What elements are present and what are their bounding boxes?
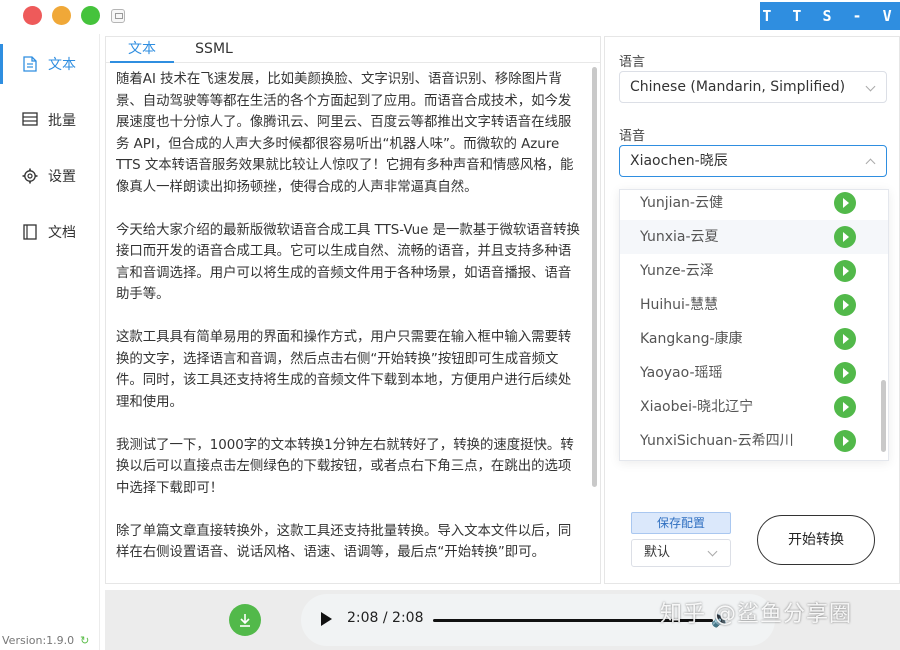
maximize-window-button[interactable] <box>81 6 100 25</box>
play-preview-icon[interactable] <box>834 328 856 350</box>
document-icon <box>22 56 38 72</box>
voice-option[interactable]: Kangkang-康康 <box>620 322 888 356</box>
minimize-window-button[interactable] <box>52 6 71 25</box>
voice-option-label: Yaoyao-瑶瑶 <box>640 365 723 381</box>
chevron-up-icon <box>865 158 876 169</box>
version-info: Version:1.9.0 ↻ <box>2 634 89 647</box>
sidebar-item-docs[interactable]: 文档 <box>0 206 100 258</box>
book-icon <box>22 224 38 240</box>
play-preview-icon[interactable] <box>834 294 856 316</box>
sidebar-item-label: 文本 <box>48 57 76 73</box>
language-select[interactable]: Chinese (Mandarin, Simplified) <box>619 71 887 103</box>
language-label: 语言 <box>619 55 646 70</box>
title-bar: T T S - V U E <box>0 0 900 53</box>
preset-select[interactable]: 默认 <box>631 539 731 567</box>
watermark: 知乎 @鲨鱼分享圈 <box>660 602 852 627</box>
sidebar-item-label: 批量 <box>48 113 76 129</box>
text-paragraph: 除了单篇文章直接转换外，这款工具还支持批量转换。导入文本文件以后，同样在右侧设置… <box>116 523 572 561</box>
sidebar-item-batch[interactable]: 批量 <box>0 94 100 146</box>
sidebar-item-label: 设置 <box>48 169 76 185</box>
sidebar-item-settings[interactable]: 设置 <box>0 150 100 202</box>
editor-panel: 文本 SSML 随着AI 技术在飞速发展，比如美颜换脸、文字识别、语音识别、移除… <box>105 36 601 584</box>
chevron-down-icon <box>707 546 718 557</box>
playback-time: 2:08 / 2:08 <box>347 610 424 626</box>
voice-option[interactable]: YunxiSichuan-云希四川 <box>620 424 888 458</box>
voice-option[interactable]: Xiaobei-晓北辽宁 <box>620 390 888 424</box>
play-preview-icon[interactable] <box>834 226 856 248</box>
voice-option-label: Yunjian-云健 <box>640 195 723 211</box>
voice-option-label: YunxiSichuan-云希四川 <box>640 433 794 449</box>
play-preview-icon[interactable] <box>834 192 856 214</box>
app-window: T T S - V U E 文本 批量 设置 文档 <box>0 0 900 650</box>
voice-option-label: Yunxia-云夏 <box>640 229 719 245</box>
window-mode-icon[interactable] <box>111 9 125 23</box>
text-paragraph: 随着AI 技术在飞速发展，比如美颜换脸、文字识别、语音识别、移除图片背景、自动驾… <box>116 72 574 195</box>
play-preview-icon[interactable] <box>834 430 856 452</box>
text-paragraph: 这款工具具有简单易用的界面和操作方式，用户只需要在输入框中输入需要转换的文字，选… <box>116 330 572 410</box>
app-brand: T T S - V U E <box>760 2 900 53</box>
voice-option-label: Huihui-慧慧 <box>640 297 718 313</box>
start-convert-button[interactable]: 开始转换 <box>757 515 875 565</box>
voice-option[interactable]: Yunze-云泽 <box>620 254 888 288</box>
download-button[interactable] <box>229 604 261 636</box>
chevron-down-icon <box>865 81 876 92</box>
voice-option-label: Yunze-云泽 <box>640 263 714 279</box>
close-window-button[interactable] <box>23 6 42 25</box>
sidebar-item-text[interactable]: 文本 <box>0 38 100 90</box>
list-icon <box>22 112 38 128</box>
tab-ssml[interactable]: SSML <box>186 37 242 63</box>
voice-option[interactable]: Huihui-慧慧 <box>620 288 888 322</box>
save-config-button[interactable]: 保存配置 <box>631 512 731 534</box>
voice-option[interactable]: Yunjian-云健 <box>620 190 888 220</box>
text-paragraph: 今天给大家介绍的最新版微软语音合成工具 TTS-Vue 是一款基于微软语音转换接… <box>116 222 580 303</box>
play-preview-icon[interactable] <box>834 396 856 418</box>
voice-option-label: Xiaobei-晓北辽宁 <box>640 399 754 415</box>
play-preview-icon[interactable] <box>834 362 856 384</box>
voice-select[interactable]: Xiaochen-晓辰 <box>619 145 887 177</box>
editor-tabs: 文本 SSML <box>106 37 600 63</box>
play-icon[interactable] <box>321 612 332 626</box>
gear-icon <box>22 168 38 184</box>
voice-option[interactable]: Yaoyao-瑶瑶 <box>620 356 888 390</box>
editor-scrollbar[interactable] <box>592 67 597 487</box>
download-icon <box>240 614 250 627</box>
sidebar-item-label: 文档 <box>48 225 76 241</box>
voice-dropdown: Yunjian-云健 Yunxia-云夏 Yunze-云泽 Huihui-慧慧 … <box>619 189 889 461</box>
settings-panel: 语言 Chinese (Mandarin, Simplified) 语音 Xia… <box>604 36 900 584</box>
play-preview-icon[interactable] <box>834 260 856 282</box>
preset-value: 默认 <box>644 545 671 560</box>
version-label: Version:1.9.0 <box>2 634 75 647</box>
language-value: Chinese (Mandarin, Simplified) <box>630 79 846 95</box>
voice-option[interactable]: Yunxia-云夏 <box>620 220 888 254</box>
voice-label: 语音 <box>619 129 646 144</box>
text-input[interactable]: 随着AI 技术在飞速发展，比如美颜换脸、文字识别、语音识别、移除图片背景、自动驾… <box>116 69 584 577</box>
text-paragraph: 我测试了一下，1000字的文本转换1分钟左右就转好了，转换的速度挺快。转换以后可… <box>116 437 574 496</box>
tab-text[interactable]: 文本 <box>110 37 174 63</box>
sidebar: 文本 批量 设置 文档 Version:1.9.0 ↻ <box>0 34 100 650</box>
voice-value: Xiaochen-晓辰 <box>630 153 728 169</box>
refresh-icon[interactable]: ↻ <box>80 634 89 647</box>
dropdown-scrollbar[interactable] <box>881 380 886 452</box>
voice-option-label: Kangkang-康康 <box>640 331 743 347</box>
